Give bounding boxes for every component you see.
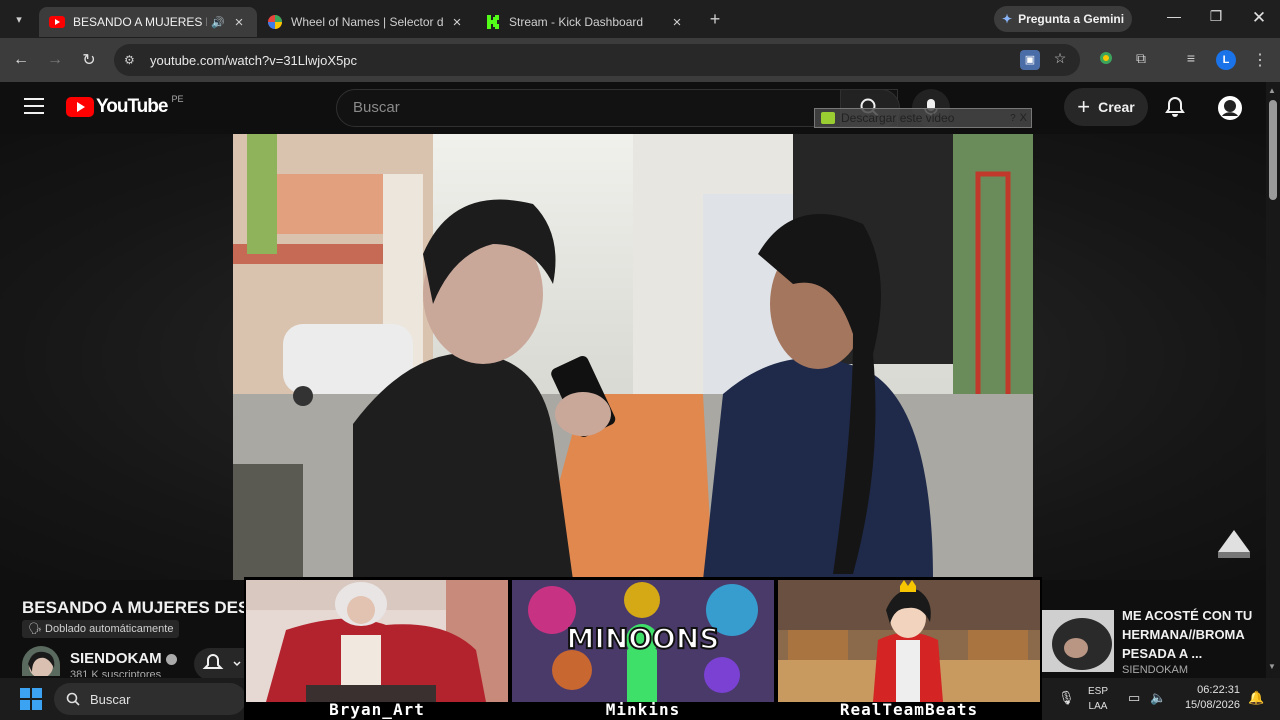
minkins-illustration: MINOONS <box>512 580 774 702</box>
notification-bell-icon[interactable]: 🔔 <box>1248 690 1264 706</box>
reload-icon[interactable]: ↻ <box>72 50 106 70</box>
minimize-icon[interactable]: — <box>1162 8 1186 30</box>
site-info-icon[interactable]: ⚙ <box>124 53 140 67</box>
channel-avatar[interactable] <box>22 646 60 676</box>
new-tab-plus-icon[interactable]: + <box>701 5 729 33</box>
network-display-icon[interactable]: ▭ <box>1128 690 1140 706</box>
youtube-play-icon <box>66 97 94 117</box>
youtube-logo[interactable]: YouTube PE <box>66 94 184 118</box>
clock-date: 15/08/2026 <box>1184 699 1240 711</box>
plus-icon: + <box>1077 94 1091 119</box>
download-close[interactable]: X <box>1020 112 1027 124</box>
volume-icon[interactable]: 🔈 <box>1150 690 1166 706</box>
streamer-name-realteambeats: RealTeamBeats <box>839 700 979 719</box>
minkins-art-text: MINOONS <box>567 622 720 655</box>
video-title: BESANDO A MUJERES DES <box>22 598 244 617</box>
scroll-down-icon[interactable]: ▼ <box>1268 662 1276 671</box>
taskbar-clock[interactable]: 06:22:31 15/08/2026 <box>1176 683 1240 713</box>
tab-title: BESANDO A MUJERES DESCO <box>73 15 207 29</box>
recommended-video-title[interactable]: ME ACOSTÉ CON TU HERMANA//BROMA PESADA A… <box>1122 606 1262 663</box>
channel-name[interactable]: SIENDOKAM <box>70 650 177 667</box>
download-play-icon <box>821 112 835 124</box>
profile-avatar[interactable]: L <box>1216 50 1236 70</box>
taskbar-search-input[interactable]: Buscar <box>54 683 246 715</box>
wheel-favicon-icon <box>267 14 283 30</box>
taskbar-search-placeholder: Buscar <box>90 691 131 707</box>
tab-title: Stream - Kick Dashboard <box>509 15 644 29</box>
media-queue-icon[interactable]: ≡ <box>1181 50 1201 70</box>
tab-title: Wheel of Names | Selector de n <box>291 15 443 29</box>
download-help[interactable]: ? <box>1010 113 1016 124</box>
gemini-sparkle-icon: ✦ <box>1002 12 1013 26</box>
stream-overlay-panel: Bryan_Art MINOONS Minkins RealTeamBeats <box>244 577 1042 720</box>
clock-time: 06:22:31 <box>1197 684 1240 696</box>
streamer-name-bryan-art: Bryan_Art <box>329 700 425 719</box>
streamer-card-realteambeats <box>778 580 1040 702</box>
download-label: Descargar este video <box>841 111 955 125</box>
tab-audio-icon[interactable]: 🔊 <box>211 16 225 29</box>
create-label: Crear <box>1098 99 1135 115</box>
bryan-art-illustration <box>246 580 508 702</box>
tab-close-icon[interactable]: × <box>231 14 247 31</box>
download-video-overlay[interactable]: Descargar este video ? X <box>814 108 1032 128</box>
tab-youtube[interactable]: BESANDO A MUJERES DESCO 🔊 × <box>39 7 257 37</box>
video-player[interactable] <box>233 134 1033 580</box>
gemini-label: Pregunta a Gemini <box>1018 12 1125 26</box>
tab-kick-dashboard[interactable]: Stream - Kick Dashboard × <box>475 7 695 37</box>
recommended-video-thumbnail[interactable] <box>1042 610 1114 672</box>
realteambeats-illustration <box>778 580 1040 702</box>
notifications-bell-icon[interactable] <box>1164 96 1186 118</box>
language-indicator[interactable]: ESP LAA <box>1088 684 1108 714</box>
dubbed-label: Doblado automáticamente <box>45 623 174 635</box>
forward-arrow-icon[interactable]: → <box>38 51 72 69</box>
microphone-tray-icon[interactable]: 🎙 <box>1058 690 1075 706</box>
create-button[interactable]: + Crear <box>1064 88 1148 126</box>
scrollbar-thumb[interactable] <box>1269 100 1277 200</box>
bookmark-star-icon[interactable]: ☆ <box>1050 50 1070 70</box>
tab-close-icon[interactable]: × <box>449 14 465 31</box>
page-scrollbar[interactable]: ▲ ▼ <box>1266 82 1280 678</box>
back-arrow-icon[interactable]: ← <box>4 51 38 69</box>
address-bar[interactable]: ⚙ youtube.com/watch?v=31LlwjoX5pc <box>114 44 1080 76</box>
tab-search-chevron-icon[interactable]: ▾ <box>5 5 33 33</box>
subscribed-bell-button[interactable] <box>194 648 244 680</box>
video-frame-illustration <box>233 134 1033 580</box>
search-icon <box>66 692 80 706</box>
streamer-card-minkins: MINOONS <box>512 580 774 702</box>
bell-icon <box>202 653 241 669</box>
cast-install-icon[interactable]: ▣ <box>1020 50 1040 70</box>
extensions-puzzle-icon[interactable]: ⧉ <box>1131 50 1151 70</box>
extension-color-icon[interactable] <box>1096 50 1116 70</box>
hamburger-menu-icon[interactable] <box>24 98 44 114</box>
channel-name-text: SIENDOKAM <box>70 650 162 667</box>
user-avatar[interactable] <box>1216 94 1244 122</box>
close-window-icon[interactable]: ✕ <box>1247 8 1271 30</box>
recommended-video-channel[interactable]: SIENDOKAM <box>1122 664 1188 676</box>
lang-top: ESP <box>1088 686 1109 697</box>
streamer-card-bryan-art <box>246 580 508 702</box>
scroll-up-icon[interactable]: ▲ <box>1268 86 1276 95</box>
youtube-favicon-icon <box>49 14 65 30</box>
dubbed-badge: 🗣 Doblado automáticamente <box>22 620 180 638</box>
kick-favicon-icon <box>485 14 501 30</box>
ask-gemini-button[interactable]: ✦ Pregunta a Gemini <box>994 6 1132 32</box>
voice-icon: 🗣 <box>28 623 42 635</box>
country-code: PE <box>171 94 184 104</box>
tab-close-icon[interactable]: × <box>669 14 685 31</box>
logo-text: YouTube <box>96 96 168 117</box>
verified-check-icon <box>165 653 177 665</box>
more-menu-icon[interactable]: ⋮ <box>1250 50 1270 70</box>
warp-logo-icon <box>1214 528 1254 560</box>
restore-icon[interactable]: ❐ <box>1204 8 1228 30</box>
subscriber-count: 381 K suscriptores <box>70 669 162 677</box>
tab-wheel-of-names[interactable]: Wheel of Names | Selector de n × <box>257 7 475 37</box>
windows-start-icon[interactable] <box>20 688 42 710</box>
lang-bottom: LAA <box>1088 701 1108 712</box>
url-text: youtube.com/watch?v=31LlwjoX5pc <box>150 52 358 68</box>
streamer-name-minkins: Minkins <box>605 700 681 719</box>
